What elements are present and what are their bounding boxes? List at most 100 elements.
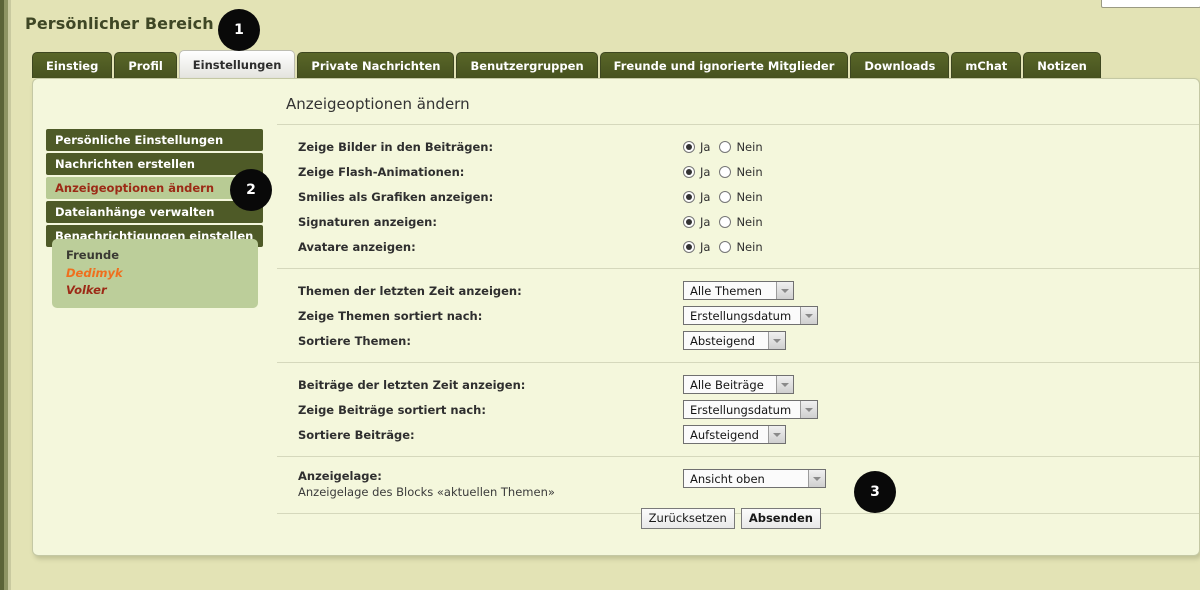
tab-notizen[interactable]: Notizen bbox=[1023, 52, 1101, 78]
topic-select-1[interactable]: Alle Themen bbox=[683, 281, 794, 300]
field-label: Themen der letzten Zeit anzeigen: bbox=[298, 284, 683, 298]
radio-yes-radio[interactable] bbox=[683, 166, 695, 178]
post-select-2[interactable]: Erstellungsdatum bbox=[683, 400, 818, 419]
annotation-badge-3: 3 bbox=[854, 471, 896, 513]
field-label: Signaturen anzeigen: bbox=[298, 215, 683, 229]
radio-yes-option[interactable]: Ja bbox=[683, 140, 710, 154]
form-row: Beiträge der letzten Zeit anzeigen:Alle … bbox=[277, 372, 1199, 397]
annotation-badge-1: 1 bbox=[218, 9, 260, 51]
tab-profil[interactable]: Profil bbox=[114, 52, 176, 78]
radio-yes-option[interactable]: Ja bbox=[683, 190, 710, 204]
tab-bar: EinstiegProfilEinstellungenPrivate Nachr… bbox=[32, 51, 1101, 78]
field-label: Beiträge der letzten Zeit anzeigen: bbox=[298, 378, 683, 392]
radio-no-radio[interactable] bbox=[719, 241, 731, 253]
post-select-1[interactable]: Alle Beiträge bbox=[683, 375, 794, 394]
form-row: Sortiere Themen:Absteigend bbox=[277, 328, 1199, 353]
reset-button[interactable]: Zurücksetzen bbox=[641, 508, 735, 529]
form-row: Avatare anzeigen: Ja Nein bbox=[277, 234, 1199, 259]
radio-no-option[interactable]: Nein bbox=[719, 215, 762, 229]
radio-no-radio[interactable] bbox=[719, 216, 731, 228]
radio-yes-label: Ja bbox=[700, 240, 710, 254]
radio-yes-option[interactable]: Ja bbox=[683, 240, 710, 254]
topic-select-2[interactable]: Erstellungsdatum bbox=[683, 306, 818, 325]
field-label: Sortiere Themen: bbox=[298, 334, 683, 348]
tab-private-nachrichten[interactable]: Private Nachrichten bbox=[297, 52, 454, 78]
form-row: Zeige Beiträge sortiert nach:Erstellungs… bbox=[277, 397, 1199, 422]
radio-no-label: Nein bbox=[736, 240, 762, 254]
form-row: Zeige Bilder in den Beiträgen: Ja Nein bbox=[277, 134, 1199, 159]
sidebar-item-1[interactable]: Persönliche Einstellungen bbox=[46, 129, 263, 151]
chevron-down-icon bbox=[776, 282, 793, 299]
sidebar-item-4[interactable]: Dateianhänge verwalten bbox=[46, 201, 263, 223]
tab-downloads[interactable]: Downloads bbox=[850, 52, 949, 78]
radio-no-option[interactable]: Nein bbox=[719, 165, 762, 179]
radio-yes-label: Ja bbox=[700, 165, 710, 179]
radio-no-option[interactable]: Nein bbox=[719, 190, 762, 204]
tab-freunde-und-ignorierte-mitglieder[interactable]: Freunde und ignorierte Mitglieder bbox=[600, 52, 849, 78]
radio-group: Ja Nein bbox=[683, 215, 763, 229]
form-button-bar: Zurücksetzen Absenden bbox=[277, 498, 1199, 538]
field-label: Zeige Bilder in den Beiträgen: bbox=[298, 140, 683, 154]
radio-no-option[interactable]: Nein bbox=[719, 240, 762, 254]
display-options-form: Zeige Bilder in den Beiträgen:JaNeinZeig… bbox=[277, 124, 1199, 514]
radio-no-option[interactable]: Nein bbox=[719, 140, 762, 154]
form-row: Sortiere Beiträge:Aufsteigend bbox=[277, 422, 1199, 447]
chevron-down-icon bbox=[768, 426, 785, 443]
radio-yes-radio[interactable] bbox=[683, 216, 695, 228]
form-row: Themen der letzten Zeit anzeigen:Alle Th… bbox=[277, 278, 1199, 303]
radio-group: Ja Nein bbox=[683, 240, 763, 254]
field-label: Zeige Themen sortiert nach: bbox=[298, 309, 683, 323]
radio-no-label: Nein bbox=[736, 190, 762, 204]
topic-select-3-value: Absteigend bbox=[684, 332, 768, 349]
topic-select-1-value: Alle Themen bbox=[684, 282, 776, 299]
radio-group: Ja Nein bbox=[683, 165, 763, 179]
radio-yes-radio[interactable] bbox=[683, 191, 695, 203]
radio-yes-label: Ja bbox=[700, 190, 710, 204]
submit-button[interactable]: Absenden bbox=[741, 508, 821, 529]
field-label: Avatare anzeigen: bbox=[298, 240, 683, 254]
page-background: Persönlicher Bereich EinstiegProfilEinst… bbox=[11, 0, 1200, 590]
friend-link[interactable]: Dedimyk bbox=[66, 265, 258, 282]
tab-einstieg[interactable]: Einstieg bbox=[32, 52, 112, 78]
radio-yes-label: Ja bbox=[700, 140, 710, 154]
post-select-3-value: Aufsteigend bbox=[684, 426, 768, 443]
position-select[interactable]: Ansicht oben bbox=[683, 469, 826, 488]
sidebar-item-2[interactable]: Nachrichten erstellen bbox=[46, 153, 263, 175]
chevron-down-icon bbox=[776, 376, 793, 393]
radio-yes-radio[interactable] bbox=[683, 241, 695, 253]
radio-no-radio[interactable] bbox=[719, 141, 731, 153]
field-label: Anzeigelage:Anzeigelage des Blocks «aktu… bbox=[298, 469, 683, 499]
post-select-3[interactable]: Aufsteigend bbox=[683, 425, 786, 444]
radio-no-label: Nein bbox=[736, 165, 762, 179]
fieldset-posts: Beiträge der letzten Zeit anzeigen:Alle … bbox=[277, 362, 1199, 456]
form-row: Zeige Flash-Animationen:JaNein bbox=[277, 159, 1199, 184]
tab-einstellungen[interactable]: Einstellungen bbox=[179, 50, 296, 78]
radio-no-label: Nein bbox=[736, 215, 762, 229]
field-label: Zeige Beiträge sortiert nach: bbox=[298, 403, 683, 417]
tab-mchat[interactable]: mChat bbox=[951, 52, 1021, 78]
topic-select-3[interactable]: Absteigend bbox=[683, 331, 786, 350]
post-select-1-value: Alle Beiträge bbox=[684, 376, 776, 393]
radio-no-label: Nein bbox=[736, 140, 762, 154]
search-input[interactable] bbox=[1101, 0, 1200, 8]
chevron-down-icon bbox=[808, 470, 825, 487]
radio-group: Ja Nein bbox=[683, 140, 763, 154]
radio-yes-option[interactable]: Ja bbox=[683, 165, 710, 179]
radio-no-radio[interactable] bbox=[719, 191, 731, 203]
radio-no-radio[interactable] bbox=[719, 166, 731, 178]
tab-benutzergruppen[interactable]: Benutzergruppen bbox=[456, 52, 597, 78]
friend-link[interactable]: Volker bbox=[66, 282, 258, 299]
field-label: Sortiere Beiträge: bbox=[298, 428, 683, 442]
radio-yes-option[interactable]: Ja bbox=[683, 215, 710, 229]
form-row: Zeige Themen sortiert nach:Erstellungsda… bbox=[277, 303, 1199, 328]
friends-box: Freunde DedimykVolker bbox=[52, 239, 258, 308]
field-label: Smilies als Grafiken anzeigen: bbox=[298, 190, 683, 204]
chevron-down-icon bbox=[768, 332, 785, 349]
field-sublabel: Anzeigelage des Blocks «aktuellen Themen… bbox=[298, 485, 683, 499]
form-row: Signaturen anzeigen: Ja Nein bbox=[277, 209, 1199, 234]
post-select-2-value: Erstellungsdatum bbox=[684, 401, 800, 418]
friends-title: Freunde bbox=[66, 248, 258, 262]
content-title: Anzeigeoptionen ändern bbox=[286, 95, 470, 113]
radio-yes-radio[interactable] bbox=[683, 141, 695, 153]
radio-yes-label: Ja bbox=[700, 215, 710, 229]
